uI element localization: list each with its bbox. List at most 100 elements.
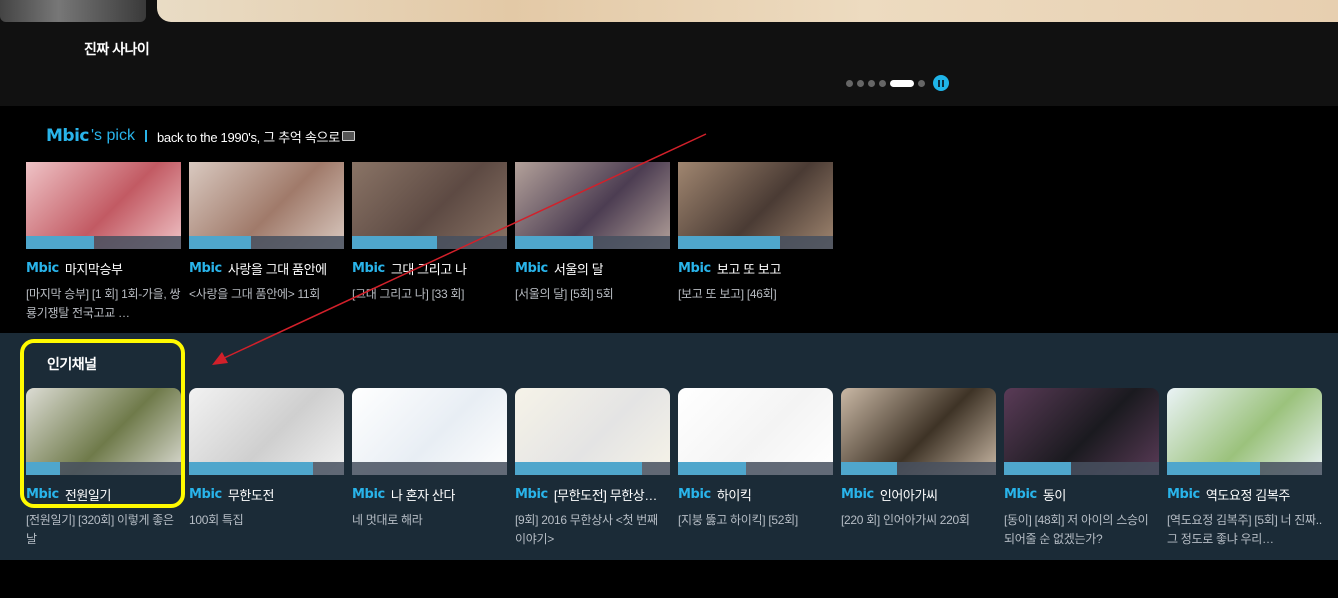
program-title-row[interactable]: Mbic 역도요정 김복주 [1167, 485, 1322, 504]
program-card[interactable]: Mbic 마지막승부 [마지막 승부] [1 회] 1회-가을, 쌍룡기쟁탈 전… [26, 162, 181, 323]
watch-progress-bar [26, 236, 181, 249]
program-title[interactable]: 무한도전 [228, 485, 274, 504]
watch-progress-fill [678, 462, 747, 475]
program-card[interactable]: Mbic 나 혼자 산다 네 멋대로 해라 [352, 388, 507, 530]
program-title-row[interactable]: Mbic 마지막승부 [26, 259, 181, 278]
program-title[interactable]: 동이 [1043, 485, 1066, 504]
program-thumbnail[interactable] [26, 162, 181, 249]
carousel-dot-active[interactable] [890, 79, 914, 87]
carousel-dot[interactable] [879, 79, 886, 87]
program-title-row[interactable]: Mbic [무한도전] 무한상… [515, 485, 670, 504]
watch-progress-fill [678, 236, 781, 249]
program-card[interactable]: Mbic 무한도전 100회 특집 [189, 388, 344, 530]
program-card[interactable]: Mbic 동이 [동이] [48회] 저 아이의 스승이 되어줄 순 없겠는가? [1004, 388, 1159, 549]
watch-progress-bar [352, 462, 507, 475]
program-thumbnail[interactable] [352, 162, 507, 249]
program-title-row[interactable]: Mbic 나 혼자 산다 [352, 485, 507, 504]
program-title[interactable]: 마지막승부 [65, 259, 123, 278]
watch-progress-bar [678, 236, 833, 249]
watch-progress-bar [515, 236, 670, 249]
watch-progress-fill [841, 462, 897, 475]
program-thumbnail[interactable] [678, 388, 833, 475]
carousel-dot[interactable] [857, 79, 864, 87]
mbic-logo: Mbic [26, 261, 59, 276]
program-card[interactable]: Mbic 인어아가씨 [220 회] 인어아가씨 220회 [841, 388, 996, 530]
highlight-box [20, 339, 185, 508]
watch-progress-bar [1167, 462, 1322, 475]
pause-icon [938, 79, 940, 87]
program-thumbnail[interactable] [189, 162, 344, 249]
pick-suffix: 's pick [91, 127, 135, 144]
program-title[interactable]: 서울의 달 [554, 259, 603, 278]
program-episode[interactable]: <사랑을 그대 품안에> 11회 [189, 285, 344, 304]
program-card[interactable]: Mbic 역도요정 김복주 [역도요정 김복주] [5회] 너 진짜.. 그 정… [1167, 388, 1322, 549]
mbic-logo: Mbic [678, 487, 711, 502]
program-title[interactable]: 하이킥 [717, 485, 752, 504]
program-thumbnail[interactable] [678, 162, 833, 249]
program-title[interactable]: 사랑을 그대 품안에 [228, 259, 327, 278]
mbic-logo: Mbic [352, 261, 385, 276]
program-episode[interactable]: [보고 또 보고] [46회] [678, 285, 833, 304]
program-title-row[interactable]: Mbic 무한도전 [189, 485, 344, 504]
program-episode[interactable]: 100회 특집 [189, 511, 344, 530]
program-episode[interactable]: [역도요정 김복주] [5회] 너 진짜.. 그 정도로 좋냐 우리… [1167, 511, 1322, 549]
program-title-row[interactable]: Mbic 그대 그리고 나 [352, 259, 507, 278]
program-episode[interactable]: 네 멋대로 해라 [352, 511, 507, 530]
carousel-pause-button[interactable] [933, 75, 949, 91]
program-thumbnail[interactable] [189, 388, 344, 475]
carousel-dot[interactable] [918, 79, 925, 87]
program-card[interactable]: Mbic 하이킥 [지붕 뚫고 하이킥] [52회] [678, 388, 833, 530]
program-episode[interactable]: [9회] 2016 무한상사 <첫 번째 이야기> [515, 511, 670, 549]
program-title[interactable]: [무한도전] 무한상… [554, 485, 657, 504]
program-episode[interactable]: [220 회] 인어아가씨 220회 [841, 511, 996, 530]
watch-progress-fill [515, 462, 643, 475]
watch-progress-bar [352, 236, 507, 249]
program-title-row[interactable]: Mbic 동이 [1004, 485, 1159, 504]
program-thumbnail[interactable] [352, 388, 507, 475]
program-thumbnail[interactable] [841, 388, 996, 475]
program-title-row[interactable]: Mbic 보고 또 보고 [678, 259, 833, 278]
carousel-caption[interactable]: 진짜 사나이 [84, 39, 150, 59]
pick-header: Mbic 's pick back to the 1990's, 그 추억 속으… [46, 126, 355, 146]
program-title-row[interactable]: Mbic 인어아가씨 [841, 485, 996, 504]
program-card[interactable]: Mbic [무한도전] 무한상… [9회] 2016 무한상사 <첫 번째 이야… [515, 388, 670, 549]
mbic-logo: Mbic [189, 487, 222, 502]
mbic-logo: Mbic [189, 261, 222, 276]
header-divider [144, 130, 147, 142]
program-episode[interactable]: [전원일기] [320회] 이렇게 좋은 날 [26, 511, 181, 549]
program-thumbnail[interactable] [1004, 388, 1159, 475]
watch-progress-fill [515, 236, 593, 249]
program-thumbnail[interactable] [515, 388, 670, 475]
mbic-logo: Mbic [515, 487, 548, 502]
carousel-banner-image[interactable] [157, 0, 1338, 22]
program-title[interactable]: 인어아가씨 [880, 485, 938, 504]
carousel-thumbnail-prev[interactable] [0, 0, 146, 22]
program-title-row[interactable]: Mbic 사랑을 그대 품안에 [189, 259, 344, 278]
program-card[interactable]: Mbic 사랑을 그대 품안에 <사랑을 그대 품안에> 11회 [189, 162, 344, 304]
watch-progress-bar [189, 236, 344, 249]
program-episode[interactable]: [그대 그리고 나] [33 회] [352, 285, 507, 304]
watch-progress-fill [189, 236, 251, 249]
watch-progress-fill [26, 236, 95, 249]
mbic-logo: Mbic [841, 487, 874, 502]
watch-progress-fill [352, 236, 438, 249]
program-episode[interactable]: [동이] [48회] 저 아이의 스승이 되어줄 순 없겠는가? [1004, 511, 1159, 549]
program-episode[interactable]: [서울의 달] [5회] 5회 [515, 285, 670, 304]
program-episode[interactable]: [마지막 승부] [1 회] 1회-가을, 쌍룡기쟁탈 전국고교 … [26, 285, 181, 323]
program-episode[interactable]: [지붕 뚫고 하이킥] [52회] [678, 511, 833, 530]
program-card[interactable]: Mbic 서울의 달 [서울의 달] [5회] 5회 [515, 162, 670, 304]
program-thumbnail[interactable] [515, 162, 670, 249]
program-title-row[interactable]: Mbic 하이킥 [678, 485, 833, 504]
carousel-dot[interactable] [868, 79, 875, 87]
mbic-logo: Mbic [678, 261, 711, 276]
program-title[interactable]: 역도요정 김복주 [1206, 485, 1290, 504]
program-card[interactable]: Mbic 보고 또 보고 [보고 또 보고] [46회] [678, 162, 833, 304]
program-title[interactable]: 그대 그리고 나 [391, 259, 467, 278]
program-thumbnail[interactable] [1167, 388, 1322, 475]
mbic-logo: Mbic [46, 126, 90, 146]
program-title[interactable]: 보고 또 보고 [717, 259, 781, 278]
program-title-row[interactable]: Mbic 서울의 달 [515, 259, 670, 278]
program-title[interactable]: 나 혼자 산다 [391, 485, 455, 504]
carousel-dot[interactable] [846, 79, 853, 87]
program-card[interactable]: Mbic 그대 그리고 나 [그대 그리고 나] [33 회] [352, 162, 507, 304]
